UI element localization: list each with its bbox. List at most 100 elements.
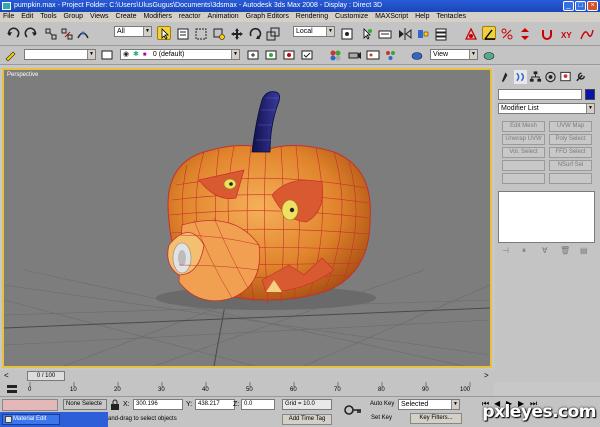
object-color-swatch[interactable] — [585, 89, 595, 100]
reference-coordinate-dropdown[interactable]: Local ▼ — [293, 26, 335, 37]
lock-icon[interactable] — [110, 399, 120, 410]
configure-sets-icon[interactable]: ▤ — [580, 246, 588, 255]
time-slider[interactable]: < 0 / 100 > — [0, 370, 600, 382]
active-shade-icon[interactable] — [482, 48, 496, 62]
curve-editor-icon[interactable] — [580, 27, 594, 41]
close-button[interactable]: × — [587, 1, 598, 11]
create-layer-icon[interactable] — [246, 48, 260, 62]
menu-create[interactable]: Create — [115, 13, 136, 20]
empty-modifier-button[interactable] — [502, 173, 545, 184]
modifier-list-dropdown[interactable]: Modifier List ▼ — [498, 103, 595, 114]
menu-graph-editors[interactable]: Graph Editors — [246, 13, 289, 20]
minimize-button[interactable]: _ — [563, 1, 574, 11]
track-bar[interactable]: 0 10 20 30 40 50 60 70 80 90 100 — [0, 382, 494, 396]
select-manipulate-icon[interactable] — [360, 27, 374, 41]
align-icon[interactable] — [416, 27, 430, 41]
menu-customize[interactable]: Customize — [335, 13, 368, 20]
select-object-icon[interactable] — [157, 26, 171, 40]
render-setup-icon[interactable] — [348, 48, 362, 62]
add-time-tag-button[interactable]: Add Time Tag — [282, 414, 332, 425]
move-icon[interactable] — [230, 27, 244, 41]
layer-manager-icon[interactable] — [434, 27, 448, 41]
quick-render-icon[interactable] — [384, 48, 398, 62]
select-by-name-icon[interactable] — [176, 27, 190, 41]
empty-modifier-button[interactable] — [502, 160, 545, 171]
slider-right-arrow-icon[interactable]: > — [484, 371, 489, 380]
add-to-layer-icon[interactable] — [264, 48, 278, 62]
key-filters-button[interactable]: Key Filters... — [410, 413, 462, 424]
menu-help[interactable]: Help — [415, 13, 429, 20]
menu-file[interactable]: File — [3, 13, 14, 20]
x-coordinate-field[interactable]: 300.196 — [133, 399, 183, 410]
menu-animation[interactable]: Animation — [208, 13, 239, 20]
show-end-result-icon[interactable]: ⏸ — [522, 246, 526, 256]
set-current-layer-icon[interactable] — [300, 48, 314, 62]
menu-group[interactable]: Group — [64, 13, 83, 20]
set-key-button[interactable]: Set Key — [371, 413, 392, 424]
menu-rendering[interactable]: Rendering — [296, 13, 328, 20]
pin-stack-icon[interactable]: ⊣ — [502, 246, 509, 255]
time-slider-thumb[interactable]: 0 / 100 — [27, 371, 65, 381]
edit-named-selection-icon[interactable] — [4, 48, 18, 62]
undo-icon[interactable] — [6, 27, 20, 41]
ffd-select-button[interactable]: FFD Select — [549, 147, 592, 158]
remove-modifier-icon[interactable]: 🗑 — [560, 246, 570, 255]
keyboard-shortcut-icon[interactable] — [378, 27, 392, 41]
object-name-field[interactable] — [498, 89, 582, 100]
uvw-map-button[interactable]: UVW Map — [549, 121, 592, 132]
menu-views[interactable]: Views — [90, 13, 109, 20]
angle-snap-icon[interactable] — [482, 26, 496, 40]
view-dropdown[interactable]: View ▼ — [430, 49, 478, 60]
menu-tools[interactable]: Tools — [40, 13, 56, 20]
slider-left-arrow-icon[interactable]: < — [4, 371, 9, 380]
xy-constraint-icon[interactable]: XY — [560, 27, 574, 41]
percent-snap-icon[interactable] — [500, 27, 514, 41]
y-coordinate-field[interactable]: 438.217 — [195, 399, 235, 410]
nsurf-sel-button[interactable]: NSurf Sel — [549, 160, 592, 171]
hierarchy-tab-icon[interactable] — [529, 70, 542, 84]
set-key-icon[interactable] — [344, 404, 362, 416]
empty-modifier-button[interactable] — [549, 173, 592, 184]
unlink-icon[interactable] — [60, 27, 74, 41]
layer-toolbar-icon[interactable] — [100, 48, 114, 62]
auto-key-button[interactable]: Auto Key — [370, 399, 394, 410]
motion-tab-icon[interactable] — [544, 70, 557, 84]
utilities-tab-icon[interactable] — [574, 70, 587, 84]
scale-icon[interactable] — [266, 27, 280, 41]
menu-edit[interactable]: Edit — [21, 13, 33, 20]
bind-space-warp-icon[interactable] — [76, 27, 90, 41]
select-layer-icon[interactable] — [282, 48, 296, 62]
modify-tab-icon[interactable] — [514, 70, 527, 84]
menu-maxscript[interactable]: MAXScript — [375, 13, 408, 20]
teapot-render-icon[interactable] — [410, 48, 424, 62]
select-and-link-icon[interactable] — [44, 27, 58, 41]
maximize-button[interactable]: □ — [575, 1, 586, 11]
vol-select-button[interactable]: Vol. Select — [502, 147, 545, 158]
selection-filter-dropdown[interactable]: All ▼ — [114, 26, 152, 37]
magnet-icon[interactable] — [540, 27, 554, 41]
rect-selection-region-icon[interactable] — [194, 27, 208, 41]
mirror-icon[interactable] — [398, 27, 412, 41]
menu-tentacles[interactable]: Tentacles — [436, 13, 466, 20]
perspective-viewport[interactable]: Perspective — [2, 68, 492, 368]
rendered-frame-window-icon[interactable] — [366, 48, 380, 62]
unwrap-uvw-button[interactable]: Unwrap UVW — [502, 134, 545, 145]
layer-dropdown[interactable]: ◉ ✱ ■ 0 (default) ▼ — [120, 49, 240, 60]
window-crossing-icon[interactable] — [212, 27, 226, 41]
poly-select-button[interactable]: Poly Select — [549, 134, 592, 145]
pivot-center-icon[interactable] — [340, 27, 354, 41]
menu-reactor[interactable]: reactor — [179, 13, 201, 20]
maxscript-listener[interactable] — [2, 399, 58, 411]
material-editor-icon[interactable] — [328, 48, 342, 62]
edit-mesh-button[interactable]: Edit Mesh — [502, 121, 545, 132]
rotate-icon[interactable] — [248, 27, 262, 41]
menu-modifiers[interactable]: Modifiers — [143, 13, 171, 20]
make-unique-icon[interactable]: ∀ — [542, 246, 547, 255]
display-tab-icon[interactable] — [559, 70, 572, 84]
create-tab-icon[interactable] — [499, 70, 512, 84]
named-selection-dropdown[interactable]: ▼ — [24, 49, 96, 60]
key-mode-dropdown[interactable]: Selected ▼ — [398, 399, 460, 410]
redo-icon[interactable] — [24, 27, 38, 41]
spinner-snap-icon[interactable] — [518, 27, 532, 41]
z-coordinate-field[interactable]: 0.0 — [241, 399, 275, 410]
